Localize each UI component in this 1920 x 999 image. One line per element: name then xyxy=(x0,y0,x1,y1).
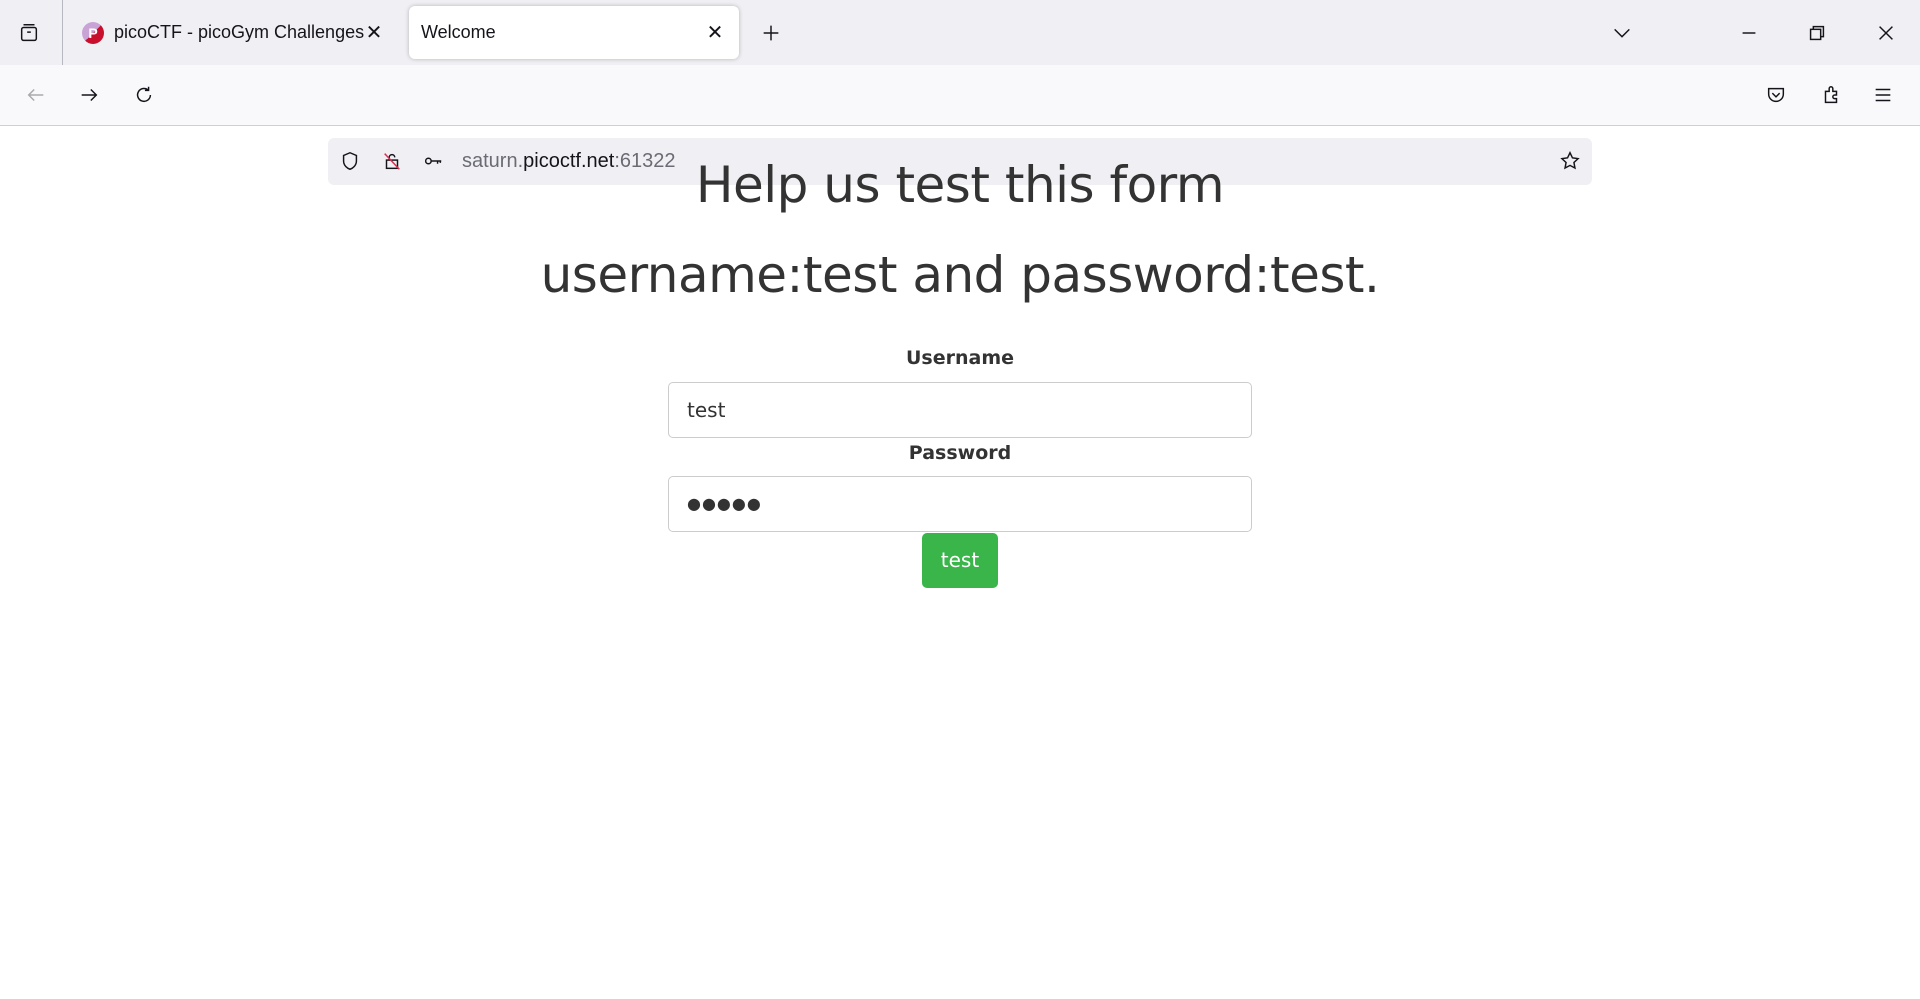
menu-hamburger-icon[interactable] xyxy=(1865,77,1901,113)
username-input[interactable]: test xyxy=(668,382,1252,438)
tab-bar: P picoCTF - picoGym Challenges ✕ Welcome… xyxy=(0,0,1920,65)
reload-icon[interactable] xyxy=(126,77,162,113)
nav-toolbar: saturn.picoctf.net:61322 xyxy=(0,65,1920,185)
back-icon[interactable] xyxy=(18,77,54,113)
tab-welcome[interactable]: Welcome ✕ xyxy=(409,6,739,59)
password-label: Password xyxy=(908,442,1012,464)
list-tabs-chevron-down-icon[interactable] xyxy=(1604,15,1640,51)
picoctf-favicon-icon: P xyxy=(82,21,104,44)
close-tab-icon[interactable]: ✕ xyxy=(701,18,729,46)
restore-icon[interactable] xyxy=(1799,15,1835,51)
submit-button[interactable]: test xyxy=(922,533,998,588)
page-title: Help us test this form xyxy=(695,156,1225,214)
new-tab-icon[interactable] xyxy=(753,15,789,51)
close-window-icon[interactable] xyxy=(1868,15,1904,51)
tab-title: Welcome xyxy=(421,22,496,42)
password-input[interactable]: ●●●●● xyxy=(668,476,1252,532)
forward-icon[interactable] xyxy=(71,77,107,113)
tab-picoctf[interactable]: P picoCTF - picoGym Challenges ✕ xyxy=(70,6,398,59)
username-label: Username xyxy=(905,347,1015,369)
firefox-view-icon[interactable] xyxy=(11,15,47,51)
tab-separator xyxy=(62,0,63,65)
extensions-icon[interactable] xyxy=(1813,77,1849,113)
credentials-hint: username:test and password:test. xyxy=(540,246,1380,304)
close-tab-icon[interactable]: ✕ xyxy=(360,18,388,46)
minimize-icon[interactable] xyxy=(1731,15,1767,51)
pocket-icon[interactable] xyxy=(1758,77,1794,113)
tab-title: picoCTF - picoGym Challenges xyxy=(114,22,365,42)
